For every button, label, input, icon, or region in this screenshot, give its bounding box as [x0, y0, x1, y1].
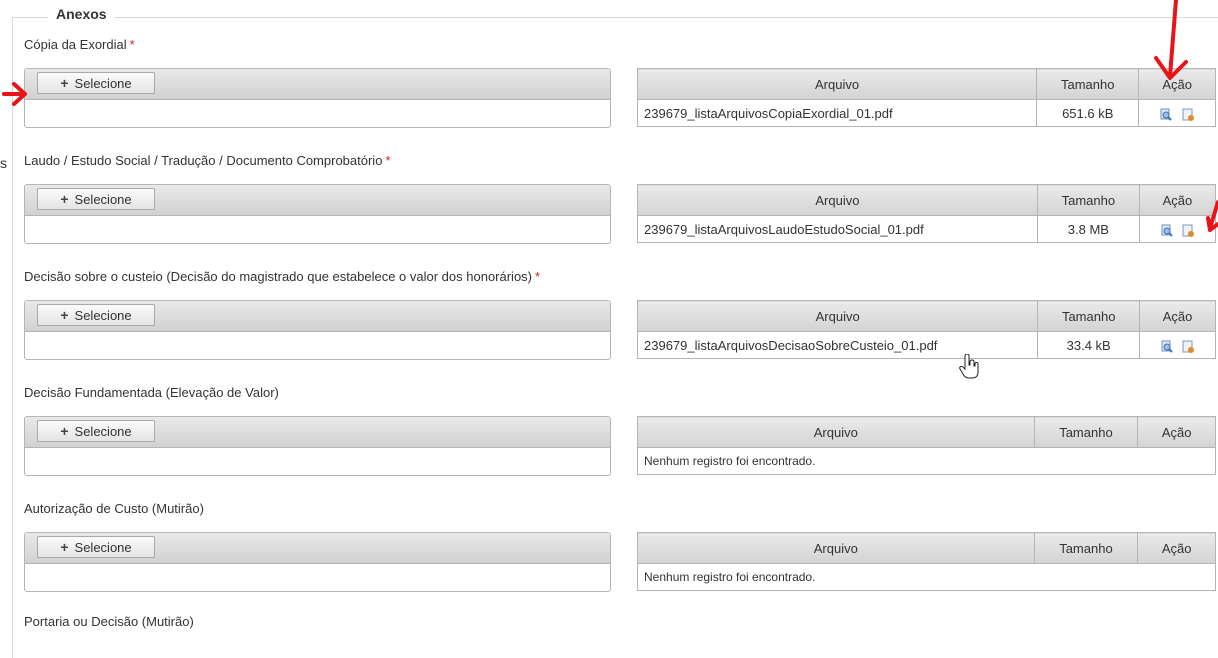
select-file-button[interactable]: + Selecione	[37, 72, 155, 94]
uploader-autorizacao-custo: + Selecione	[24, 532, 611, 592]
column-header-arquivo: Arquivo	[637, 416, 1035, 448]
files-table-decisao-fundamentada: Arquivo Tamanho Ação Nenhum registro foi…	[637, 416, 1216, 475]
document-delete-icon[interactable]	[1182, 224, 1195, 237]
table-row: 239679_listaArquivosCopiaExordial_01.pdf…	[636, 99, 1216, 127]
section-label-autorizacao-custo: Autorização de Custo (Mutirão)	[24, 501, 204, 516]
uploader-laudo: + Selecione	[24, 184, 611, 244]
column-header-acao: Ação	[1137, 532, 1216, 564]
column-header-arquivo: Arquivo	[637, 184, 1038, 216]
section-label-decisao-fundamentada: Decisão Fundamentada (Elevação de Valor)	[24, 385, 279, 400]
uploader-toolbar: + Selecione	[25, 301, 610, 332]
column-header-tamanho: Tamanho	[1037, 300, 1141, 332]
magnifier-view-icon[interactable]	[1161, 340, 1173, 353]
column-header-arquivo: Arquivo	[637, 532, 1035, 564]
files-table-decisao-custeio: Arquivo Tamanho Ação 239679_listaArquivo…	[636, 300, 1216, 359]
action-cell	[1138, 99, 1216, 127]
section-label-portaria: Portaria ou Decisão (Mutirão)	[24, 614, 194, 629]
stray-text: s	[0, 155, 7, 171]
empty-message: Nenhum registro foi encontrado.	[637, 447, 1216, 475]
table-row: Nenhum registro foi encontrado.	[637, 447, 1216, 475]
column-header-tamanho: Tamanho	[1036, 68, 1140, 100]
magnifier-view-icon[interactable]	[1161, 224, 1173, 237]
select-file-button[interactable]: + Selecione	[37, 304, 155, 326]
document-delete-icon[interactable]	[1182, 340, 1195, 353]
red-arrow-annotation	[1154, 0, 1188, 80]
select-file-button[interactable]: + Selecione	[37, 188, 155, 210]
column-header-acao: Ação	[1139, 300, 1216, 332]
plus-icon: +	[60, 191, 69, 207]
empty-message: Nenhum registro foi encontrado.	[637, 563, 1216, 591]
table-row: 239679_listaArquivosLaudoEstudoSocial_01…	[637, 215, 1217, 243]
section-label-copia-exordial: Cópia da Exordial *	[24, 37, 135, 52]
red-arrow-annotation	[2, 82, 27, 106]
plus-icon: +	[60, 539, 69, 555]
required-marker: *	[129, 37, 135, 52]
section-label-laudo: Laudo / Estudo Social / Tradução / Docum…	[24, 153, 391, 168]
table-row: Nenhum registro foi encontrado.	[637, 563, 1216, 591]
file-size-cell: 651.6 kB	[1036, 99, 1140, 127]
plus-icon: +	[60, 423, 69, 439]
table-header-row: Arquivo Tamanho Ação	[636, 68, 1216, 100]
select-file-button[interactable]: + Selecione	[37, 420, 155, 442]
document-delete-icon[interactable]	[1182, 108, 1195, 121]
column-header-tamanho: Tamanho	[1033, 416, 1139, 448]
fieldset-legend: Anexos	[48, 6, 115, 22]
table-header-row: Arquivo Tamanho Ação	[636, 300, 1216, 332]
table-header-row: Arquivo Tamanho Ação	[637, 184, 1217, 216]
plus-icon: +	[60, 75, 69, 91]
uploader-toolbar: + Selecione	[25, 185, 610, 216]
uploader-toolbar: + Selecione	[25, 417, 610, 448]
table-header-row: Arquivo Tamanho Ação	[637, 416, 1216, 448]
action-cell	[1138, 215, 1217, 243]
uploader-decisao-fundamentada: + Selecione	[24, 416, 611, 476]
required-marker: *	[385, 153, 391, 168]
column-header-acao: Ação	[1137, 416, 1216, 448]
uploader-copia-exordial: + Selecione	[24, 68, 611, 128]
files-table-copia-exordial: Arquivo Tamanho Ação 239679_listaArquivo…	[636, 68, 1216, 127]
column-header-arquivo: Arquivo	[636, 300, 1039, 332]
file-size-cell: 33.4 kB	[1037, 331, 1141, 359]
file-name-cell: 239679_listaArquivosCopiaExordial_01.pdf	[636, 99, 1038, 127]
uploader-toolbar: + Selecione	[25, 69, 610, 100]
files-table-laudo: Arquivo Tamanho Ação 239679_listaArquivo…	[637, 184, 1217, 243]
select-file-button[interactable]: + Selecione	[37, 536, 155, 558]
plus-icon: +	[60, 307, 69, 323]
column-header-arquivo: Arquivo	[636, 68, 1038, 100]
file-name-cell: 239679_listaArquivosLaudoEstudoSocial_01…	[637, 215, 1038, 243]
files-table-autorizacao-custo: Arquivo Tamanho Ação Nenhum registro foi…	[637, 532, 1216, 591]
table-header-row: Arquivo Tamanho Ação	[637, 532, 1216, 564]
column-header-acao: Ação	[1138, 184, 1217, 216]
red-arrow-annotation	[1206, 200, 1218, 232]
column-header-tamanho: Tamanho	[1036, 184, 1140, 216]
required-marker: *	[535, 269, 541, 284]
magnifier-view-icon[interactable]	[1160, 108, 1173, 121]
uploader-decisao-custeio: + Selecione	[24, 300, 611, 360]
uploader-toolbar: + Selecione	[25, 533, 610, 564]
section-label-decisao-custeio: Decisão sobre o custeio (Decisão do magi…	[24, 269, 541, 284]
hand-pointer-cursor-icon	[958, 353, 980, 383]
action-cell	[1139, 331, 1216, 359]
table-row: 239679_listaArquivosDecisaoSobreCusteio_…	[636, 331, 1216, 359]
column-header-tamanho: Tamanho	[1033, 532, 1139, 564]
file-size-cell: 3.8 MB	[1036, 215, 1140, 243]
